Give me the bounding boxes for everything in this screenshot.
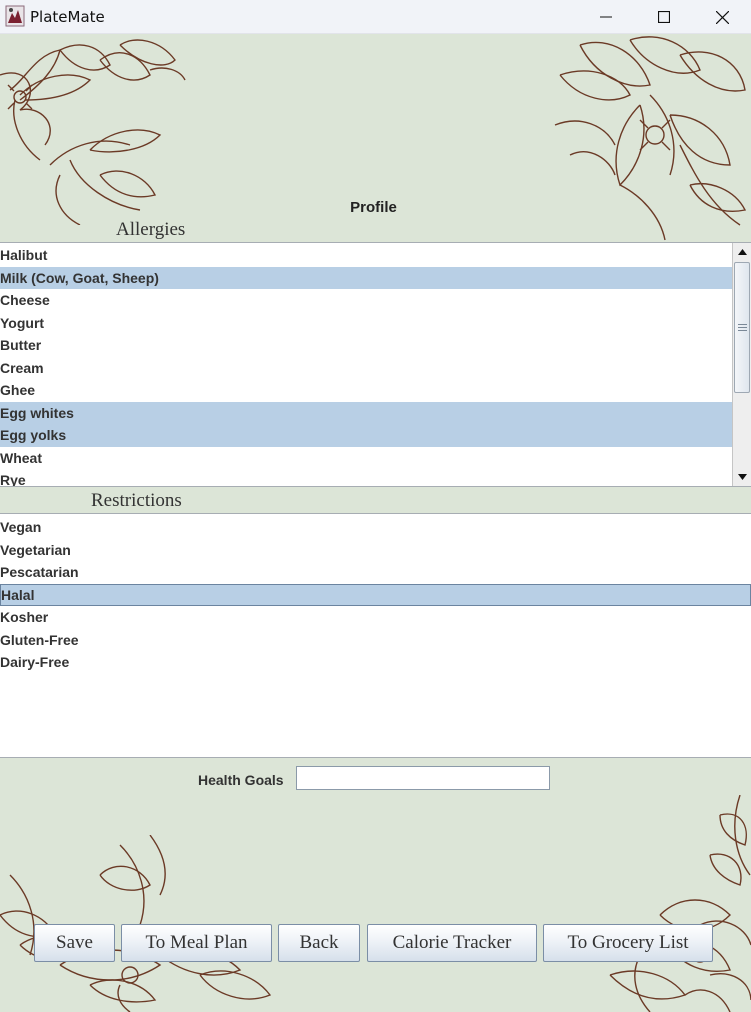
allergies-heading: Allergies — [116, 219, 186, 240]
title-bar: PlateMate — [0, 0, 751, 34]
to-grocery-list-button[interactable]: To Grocery List — [543, 924, 713, 962]
health-goals-input[interactable] — [296, 766, 550, 790]
health-goals-label: Health Goals — [198, 772, 284, 788]
list-item[interactable]: Egg whites — [0, 401, 732, 424]
scroll-down-button[interactable] — [733, 468, 751, 486]
save-button[interactable]: Save — [34, 924, 115, 962]
minimize-icon — [600, 16, 612, 18]
floral-decoration-top-left — [0, 39, 186, 225]
grip-line — [738, 330, 747, 331]
minimize-button[interactable] — [577, 0, 635, 34]
list-item[interactable]: Wheat — [0, 447, 732, 470]
restrictions-list[interactable]: Vegan Vegetarian Pescatarian Halal Kosher Glu… — [0, 513, 751, 758]
list-item[interactable]: Halal — [0, 583, 751, 606]
list-item[interactable]: Kosher — [0, 606, 751, 629]
allergies-list[interactable]: Halibut Milk (Cow, Goat, Sheep) Cheese Yogu… — [0, 242, 751, 487]
arrow-up-icon — [737, 249, 747, 255]
list-item[interactable]: Egg yolks — [0, 424, 732, 447]
list-item[interactable]: Butter — [0, 334, 732, 357]
maximize-button[interactable] — [635, 0, 693, 34]
list-item[interactable]: Milk (Cow, Goat, Sheep) — [0, 266, 732, 289]
profile-panel: Profile Allergies Halibut Milk (Cow, Goat… — [0, 35, 751, 1012]
allergies-scrollbar[interactable] — [732, 243, 751, 486]
close-icon — [715, 10, 729, 24]
grip-line — [738, 324, 747, 325]
list-item[interactable]: Dairy-Free — [0, 651, 751, 674]
calorie-tracker-button[interactable]: Calorie Tracker — [367, 924, 537, 962]
back-button[interactable]: Back — [278, 924, 360, 962]
restrictions-heading: Restrictions — [91, 490, 182, 511]
list-item[interactable]: Cream — [0, 357, 732, 380]
scroll-thumb[interactable] — [734, 262, 750, 393]
list-item[interactable]: Yogurt — [0, 312, 732, 335]
list-item[interactable]: Gluten-Free — [0, 629, 751, 652]
floral-decoration-bottom-right — [609, 795, 751, 1012]
list-item[interactable]: Cheese — [0, 289, 732, 312]
maximize-icon — [658, 11, 670, 23]
list-item[interactable]: Rye — [0, 469, 732, 486]
page-title: Profile — [350, 199, 397, 216]
scroll-up-button[interactable] — [733, 243, 751, 261]
list-item[interactable]: Vegetarian — [0, 539, 751, 562]
arrow-down-icon — [737, 474, 747, 480]
to-meal-plan-button[interactable]: To Meal Plan — [121, 924, 272, 962]
list-item[interactable]: Halibut — [0, 244, 732, 267]
list-item[interactable]: Ghee — [0, 379, 732, 402]
app-logo-icon — [5, 5, 25, 27]
close-button[interactable] — [693, 0, 751, 34]
list-item[interactable]: Vegan — [0, 516, 751, 539]
grip-line — [738, 327, 747, 328]
list-item[interactable]: Pescatarian — [0, 561, 751, 584]
window-title: PlateMate — [30, 8, 105, 26]
